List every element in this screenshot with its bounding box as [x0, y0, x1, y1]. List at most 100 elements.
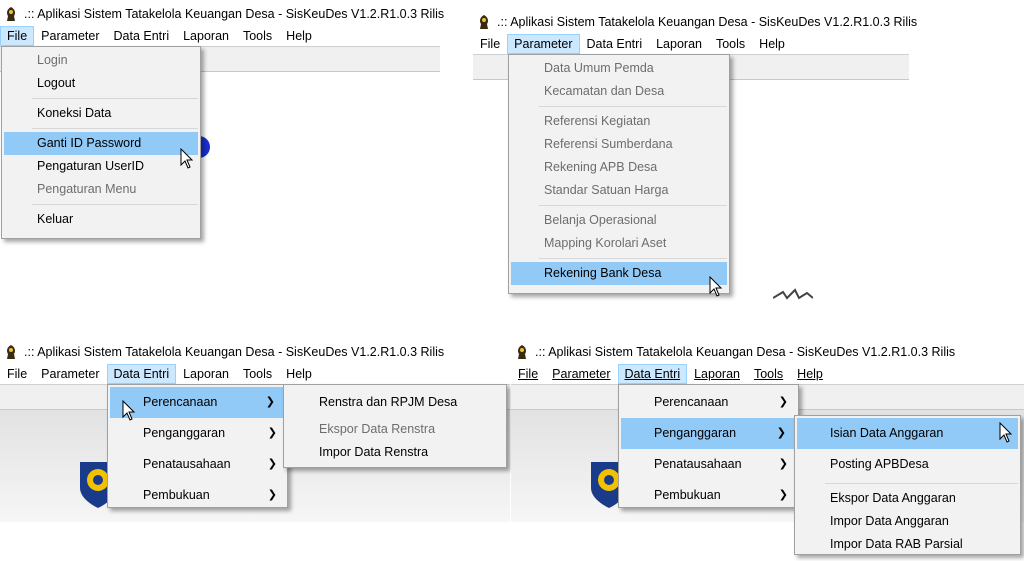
menu-help[interactable]: Help — [279, 26, 319, 46]
menubar: File Parameter Data Entri Laporan Tools … — [0, 364, 319, 384]
menu-item-penatausahaan[interactable]: Penatausahaan ❯ — [108, 449, 287, 480]
menu-separator — [32, 128, 198, 129]
menu-item-login[interactable]: Login — [2, 49, 200, 72]
pointer-cursor-icon — [709, 275, 725, 298]
menu-laporan[interactable]: Laporan — [649, 34, 709, 54]
window-title: .:: Aplikasi Sistem Tatakelola Keuangan … — [24, 345, 445, 359]
menu-item-label: Pembukuan — [654, 488, 721, 502]
menu-item-penganggaran[interactable]: Penganggaran ❯ — [621, 418, 796, 449]
menu-tools[interactable]: Tools — [747, 364, 790, 384]
panel-file-menu: .:: Aplikasi Sistem Tatakelola Keuangan … — [0, 0, 444, 245]
menu-item-label: Perencanaan — [143, 395, 218, 409]
menu-separator — [539, 106, 727, 107]
menu-file[interactable]: File — [0, 26, 35, 46]
submenu-arrow-icon: ❯ — [267, 489, 277, 501]
menu-help[interactable]: Help — [790, 364, 830, 384]
menu-item-data-umum-pemda[interactable]: Data Umum Pemda — [509, 57, 729, 80]
menu-item-penatausahaan[interactable]: Penatausahaan ❯ — [619, 449, 798, 480]
menu-item-label: Penatausahaan — [143, 457, 231, 471]
app-icon — [4, 344, 18, 360]
menu-separator — [539, 205, 727, 206]
menu-item-impor-data-rab-parsial[interactable]: Impor Data RAB Parsial — [795, 533, 1020, 556]
menu-help[interactable]: Help — [752, 34, 792, 54]
menu-separator — [825, 483, 1018, 484]
pointer-cursor-icon — [180, 147, 196, 170]
menu-item-isian-data-anggaran[interactable]: Isian Data Anggaran — [797, 418, 1018, 449]
submenu-arrow-icon: ❯ — [267, 427, 277, 439]
menu-file[interactable]: File — [0, 364, 34, 384]
menu-file[interactable]: File — [511, 364, 545, 384]
menu-tools[interactable]: Tools — [709, 34, 752, 54]
submenu-arrow-icon: ❯ — [778, 489, 788, 501]
submenu-arrow-icon: ❯ — [267, 458, 277, 470]
menu-item-ekspor-data-anggaran[interactable]: Ekspor Data Anggaran — [795, 487, 1020, 510]
menu-data-entri[interactable]: Data Entri — [580, 34, 650, 54]
menu-laporan[interactable]: Laporan — [687, 364, 747, 384]
menu-item-pengaturan-menu[interactable]: Pengaturan Menu — [2, 178, 200, 201]
window-title: .:: Aplikasi Sistem Tatakelola Keuangan … — [24, 7, 445, 21]
menu-item-label: Pembukuan — [143, 488, 210, 502]
menu-tools[interactable]: Tools — [236, 26, 279, 46]
window-title: .:: Aplikasi Sistem Tatakelola Keuangan … — [535, 345, 956, 359]
menu-item-posting-apbdesa[interactable]: Posting APBDesa — [795, 449, 1020, 480]
panel-data-entri-penganggaran: .:: Aplikasi Sistem Tatakelola Keuangan … — [511, 338, 1024, 561]
menu-parameter[interactable]: Parameter — [507, 34, 580, 54]
pointer-cursor-icon — [122, 399, 138, 422]
menu-item-referensi-kegiatan[interactable]: Referensi Kegiatan — [509, 110, 729, 133]
window-titlebar: .:: Aplikasi Sistem Tatakelola Keuangan … — [511, 341, 955, 363]
app-icon — [515, 344, 529, 360]
menu-data-entri[interactable]: Data Entri — [107, 26, 177, 46]
submenu-arrow-icon: ❯ — [778, 396, 788, 408]
menu-item-ekspor-data-renstra[interactable]: Ekspor Data Renstra — [284, 418, 506, 441]
panel-data-entri-perencanaan: .:: Aplikasi Sistem Tatakelola Keuangan … — [0, 338, 510, 561]
submenu-arrow-icon: ❯ — [265, 396, 275, 408]
penganggaran-submenu: Isian Data Anggaran Posting APBDesa Eksp… — [794, 415, 1021, 555]
menu-item-penganggaran[interactable]: Penganggaran ❯ — [108, 418, 287, 449]
menu-item-logout[interactable]: Logout — [2, 72, 200, 95]
menubar: File Parameter Data Entri Laporan Tools … — [0, 26, 319, 46]
file-dropdown: Login Logout Koneksi Data Ganti ID Passw… — [1, 46, 201, 239]
menu-item-label: Penganggaran — [654, 426, 737, 440]
background-logo-fragment — [772, 288, 814, 300]
menu-item-kecamatan-dan-desa[interactable]: Kecamatan dan Desa — [509, 80, 729, 103]
menu-item-rekening-apb-desa[interactable]: Rekening APB Desa — [509, 156, 729, 179]
menu-data-entri[interactable]: Data Entri — [106, 364, 177, 384]
menu-item-koneksi-data[interactable]: Koneksi Data — [2, 102, 200, 125]
menu-item-rekening-bank-desa[interactable]: Rekening Bank Desa — [511, 262, 727, 285]
menu-parameter[interactable]: Parameter — [34, 26, 106, 46]
menu-item-perencanaan[interactable]: Perencanaan ❯ — [619, 387, 798, 418]
data-entri-dropdown: Perencanaan ❯ Penganggaran ❯ Penatausaha… — [618, 384, 799, 508]
pointer-cursor-icon — [999, 421, 1015, 444]
menu-item-pembukuan[interactable]: Pembukuan ❯ — [619, 480, 798, 511]
perencanaan-submenu: Renstra dan RPJM Desa Ekspor Data Renstr… — [283, 384, 507, 468]
menu-item-renstra-dan-rpjm-desa[interactable]: Renstra dan RPJM Desa — [284, 387, 506, 418]
menu-item-keluar[interactable]: Keluar — [2, 208, 200, 231]
menubar: File Parameter Data Entri Laporan Tools … — [473, 34, 792, 54]
menu-item-impor-data-renstra[interactable]: Impor Data Renstra — [284, 441, 506, 464]
menu-item-pengaturan-userid[interactable]: Pengaturan UserID — [2, 155, 200, 178]
menu-parameter[interactable]: Parameter — [34, 364, 106, 384]
menu-item-label: Penatausahaan — [654, 457, 742, 471]
menu-item-belanja-operasional[interactable]: Belanja Operasional — [509, 209, 729, 232]
window-titlebar: .:: Aplikasi Sistem Tatakelola Keuangan … — [0, 341, 444, 363]
menu-data-entri[interactable]: Data Entri — [617, 364, 688, 384]
submenu-arrow-icon: ❯ — [776, 427, 786, 439]
menu-item-standar-satuan-harga[interactable]: Standar Satuan Harga — [509, 179, 729, 202]
window-titlebar: .:: Aplikasi Sistem Tatakelola Keuangan … — [0, 3, 444, 25]
menu-file[interactable]: File — [473, 34, 507, 54]
menu-laporan[interactable]: Laporan — [176, 26, 236, 46]
menu-item-referensi-sumberdana[interactable]: Referensi Sumberdana — [509, 133, 729, 156]
menu-laporan[interactable]: Laporan — [176, 364, 236, 384]
menu-tools[interactable]: Tools — [236, 364, 279, 384]
menu-item-ganti-id-password[interactable]: Ganti ID Password — [4, 132, 198, 155]
menu-parameter[interactable]: Parameter — [545, 364, 617, 384]
window-title: .:: Aplikasi Sistem Tatakelola Keuangan … — [497, 15, 918, 29]
panel-parameter-menu: .:: Aplikasi Sistem Tatakelola Keuangan … — [473, 8, 917, 302]
menu-help[interactable]: Help — [279, 364, 319, 384]
menu-item-impor-data-anggaran[interactable]: Impor Data Anggaran — [795, 510, 1020, 533]
menu-separator — [32, 204, 198, 205]
menu-item-pembukuan[interactable]: Pembukuan ❯ — [108, 480, 287, 511]
menu-separator — [32, 98, 198, 99]
menubar: File Parameter Data Entri Laporan Tools … — [511, 364, 830, 384]
menu-item-mapping-korolari-aset[interactable]: Mapping Korolari Aset — [509, 232, 729, 255]
